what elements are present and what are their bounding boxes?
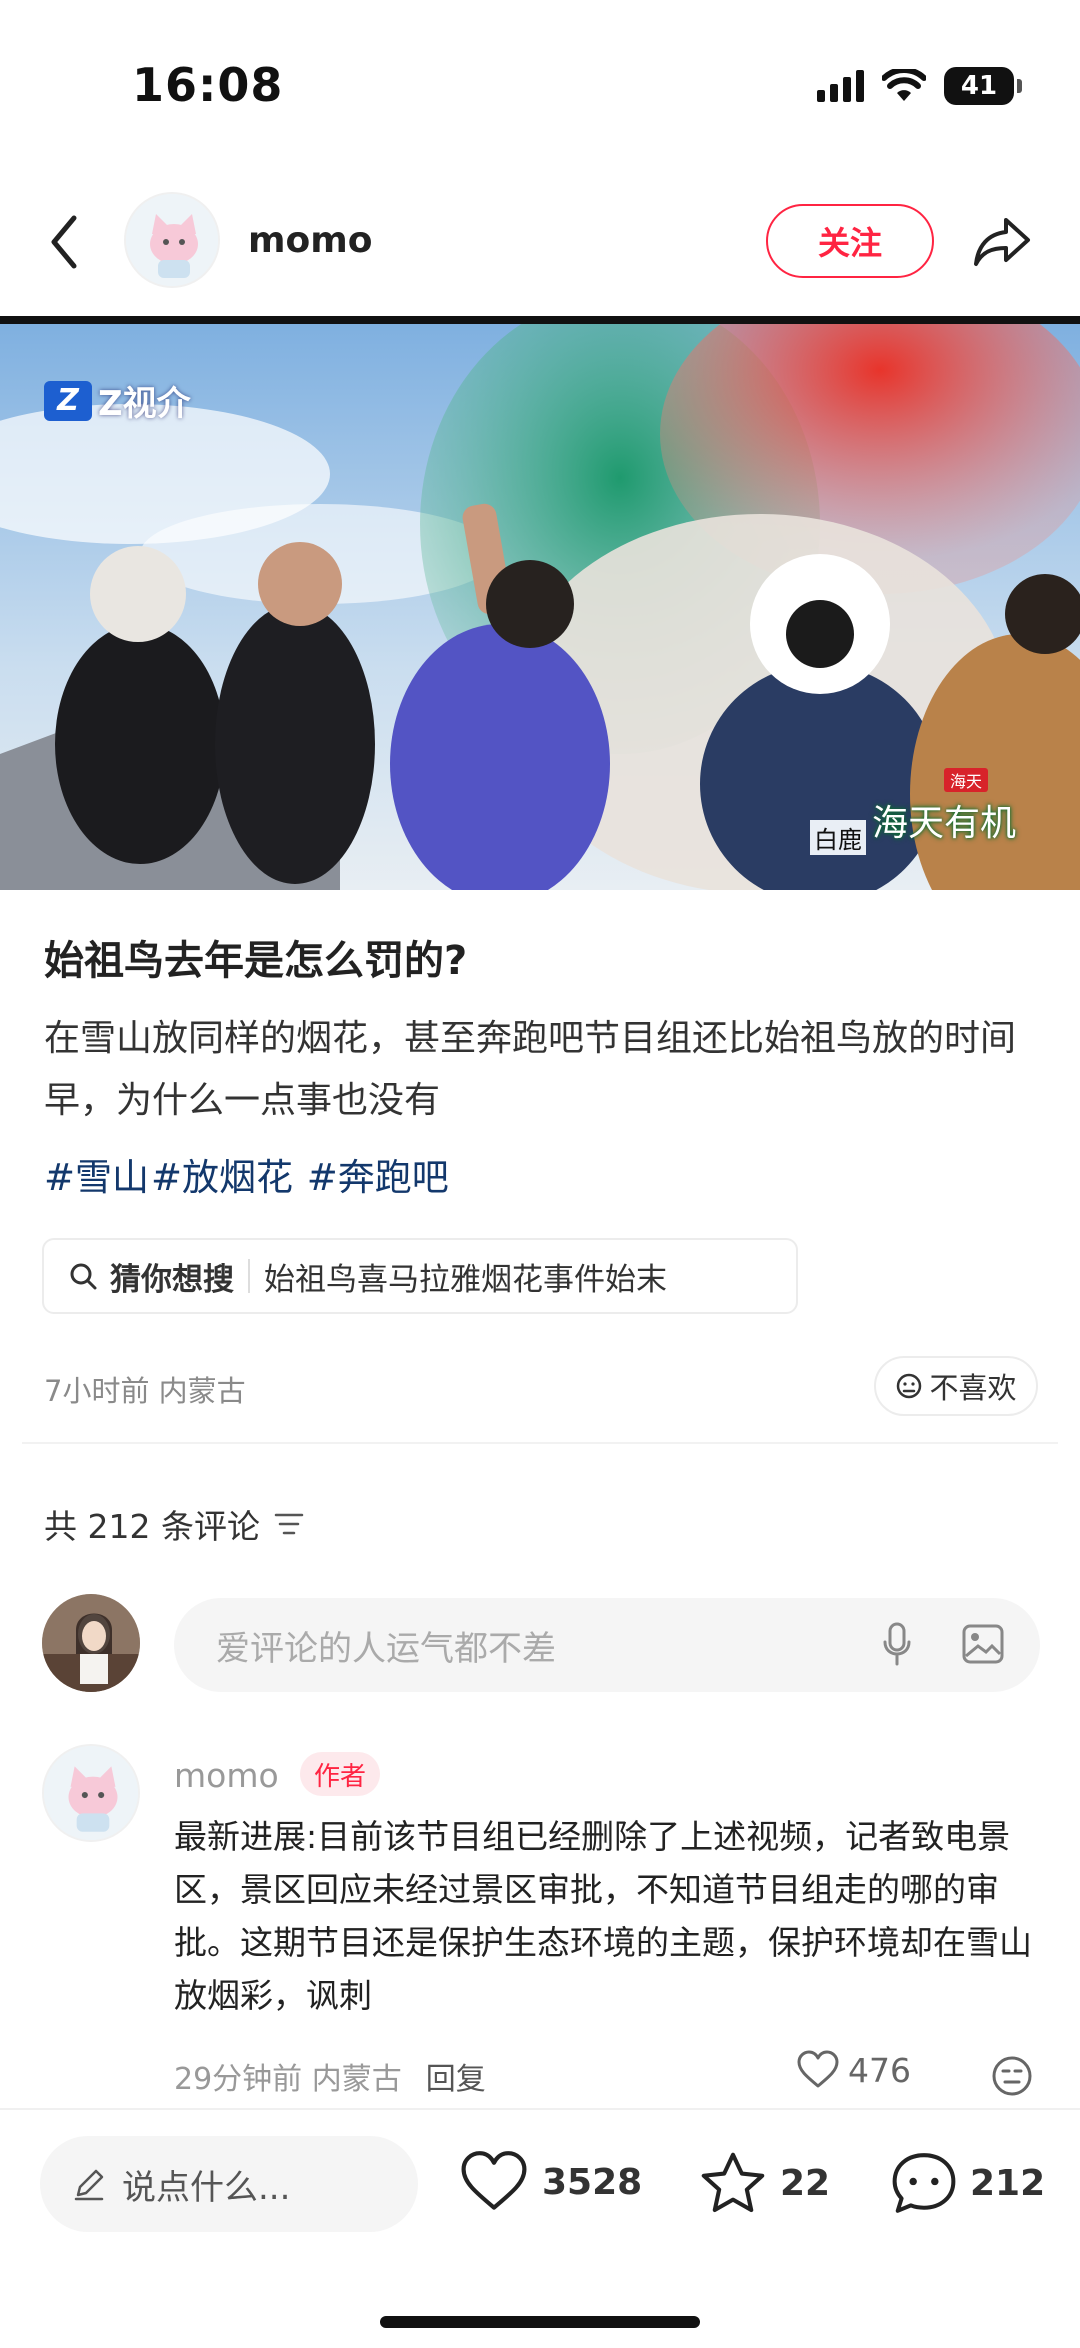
post-meta: 7小时前 内蒙古 <box>44 1374 246 1408</box>
comment-input-placeholder: 爱评论的人运气都不差 <box>216 1628 556 1669</box>
comment-text: 最新进展:目前该节目组已经删除了上述视频，记者致电景区，景区回应未经过景区审批，… <box>174 1817 1032 2015</box>
comment-author-avatar[interactable] <box>42 1744 140 1842</box>
comments-count[interactable]: 共 212 条评论 <box>44 1500 304 1548</box>
hashtag-link[interactable]: #放烟花 <box>151 1156 293 1199</box>
author-badge: 作者 <box>300 1752 381 1796</box>
bottom-action-bar: 说点什么... 3528 22 212 <box>0 2108 1080 2348</box>
sort-icon <box>274 1513 304 1535</box>
dislike-label: 不喜欢 <box>929 1371 1017 1405</box>
post-tags: #雪山#放烟花 #奔跑吧 <box>44 1148 451 1208</box>
post-favorite-count: 22 <box>780 2162 831 2204</box>
section-divider <box>22 1442 1058 1444</box>
author-avatar[interactable] <box>124 192 220 288</box>
post-like-count: 3528 <box>542 2161 643 2203</box>
post-like-button[interactable]: 3528 <box>458 2150 642 2214</box>
dislike-button[interactable]: 不喜欢 <box>874 1356 1038 1416</box>
star-icon <box>701 2152 765 2213</box>
dislike-face-icon <box>897 1373 922 1399</box>
microphone-icon[interactable] <box>882 1622 912 1666</box>
guess-search-label: 猜你想搜 <box>110 1261 234 1298</box>
sponsor-badge: 海天 <box>943 768 988 792</box>
heart-icon <box>797 2050 839 2088</box>
status-bar: 16:08 41 <box>0 0 1080 150</box>
home-indicator <box>380 2316 700 2328</box>
follow-button[interactable]: 关注 <box>766 204 934 278</box>
comment-meta: 29分钟前 内蒙古 回复 <box>174 2054 486 2098</box>
back-icon[interactable] <box>44 212 84 272</box>
guess-search-query: 始祖鸟喜马拉雅烟花事件始末 <box>264 1261 667 1298</box>
comment-like-count: 476 <box>848 2050 911 2090</box>
comments-count-label: 共 212 条评论 <box>44 1507 260 1546</box>
post-favorite-button[interactable]: 22 <box>698 2150 830 2216</box>
jacket-label: 白鹿 <box>810 820 866 855</box>
share-icon[interactable] <box>972 214 1032 270</box>
cat-avatar-icon <box>44 1746 138 1840</box>
guess-search-chip[interactable]: 猜你想搜 始祖鸟喜马拉雅烟花事件始末 <box>42 1238 798 1314</box>
image-icon[interactable] <box>962 1624 1004 1664</box>
sponsor-text: 海天有机 <box>871 803 1016 844</box>
cat-avatar-icon <box>126 194 218 286</box>
hashtag-link[interactable]: #奔跑吧 <box>295 1156 449 1199</box>
post-body: 在雪山放同样的烟花，甚至奔跑吧节目组还比始祖鸟放的时间早，为什么一点事也没有 <box>44 1018 1017 1121</box>
heart-icon <box>461 2151 527 2210</box>
media-top-border <box>0 316 1080 324</box>
post-title: 始祖鸟去年是怎么罚的? <box>44 938 468 984</box>
guess-separator <box>248 1259 250 1293</box>
comment-input[interactable]: 爱评论的人运气都不差 <box>174 1598 1040 1692</box>
comment-like-button[interactable]: 476 <box>796 2050 911 2090</box>
channel-logo-text: Z视介 <box>98 384 191 424</box>
say-something-input[interactable]: 说点什么... <box>40 2136 418 2232</box>
author-name[interactable]: momo <box>248 220 373 261</box>
hashtag-link[interactable]: #雪山 <box>44 1156 149 1199</box>
comment-author-name[interactable]: momo <box>174 1756 279 1795</box>
user-photo <box>42 1594 140 1692</box>
post-comment-button[interactable]: 212 <box>890 2150 1045 2216</box>
post-comment-count: 212 <box>970 2162 1046 2204</box>
battery-icon: 41 <box>944 67 1022 105</box>
current-user-avatar <box>42 1594 140 1692</box>
status-icons: 41 <box>817 66 1022 106</box>
wifi-icon <box>882 69 926 101</box>
comment-time-location: 29分钟前 内蒙古 <box>174 2062 402 2097</box>
search-icon <box>70 1263 97 1290</box>
reply-button[interactable]: 回复 <box>426 2062 486 2097</box>
pencil-icon <box>74 2169 104 2201</box>
comment-bubble-icon <box>892 2153 956 2213</box>
dislike-face-icon[interactable] <box>990 2054 1034 2098</box>
signal-icon <box>817 70 864 102</box>
post-header: momo 关注 <box>0 180 1080 300</box>
channel-logo-mark: Z <box>44 380 92 421</box>
post-media-image[interactable]: Z Z视介 白鹿 海天 海天有机 <box>0 324 1080 890</box>
channel-logo: Z Z视介 <box>44 376 191 425</box>
say-something-placeholder: 说点什么... <box>122 2167 291 2208</box>
status-time: 16:08 <box>132 58 284 112</box>
